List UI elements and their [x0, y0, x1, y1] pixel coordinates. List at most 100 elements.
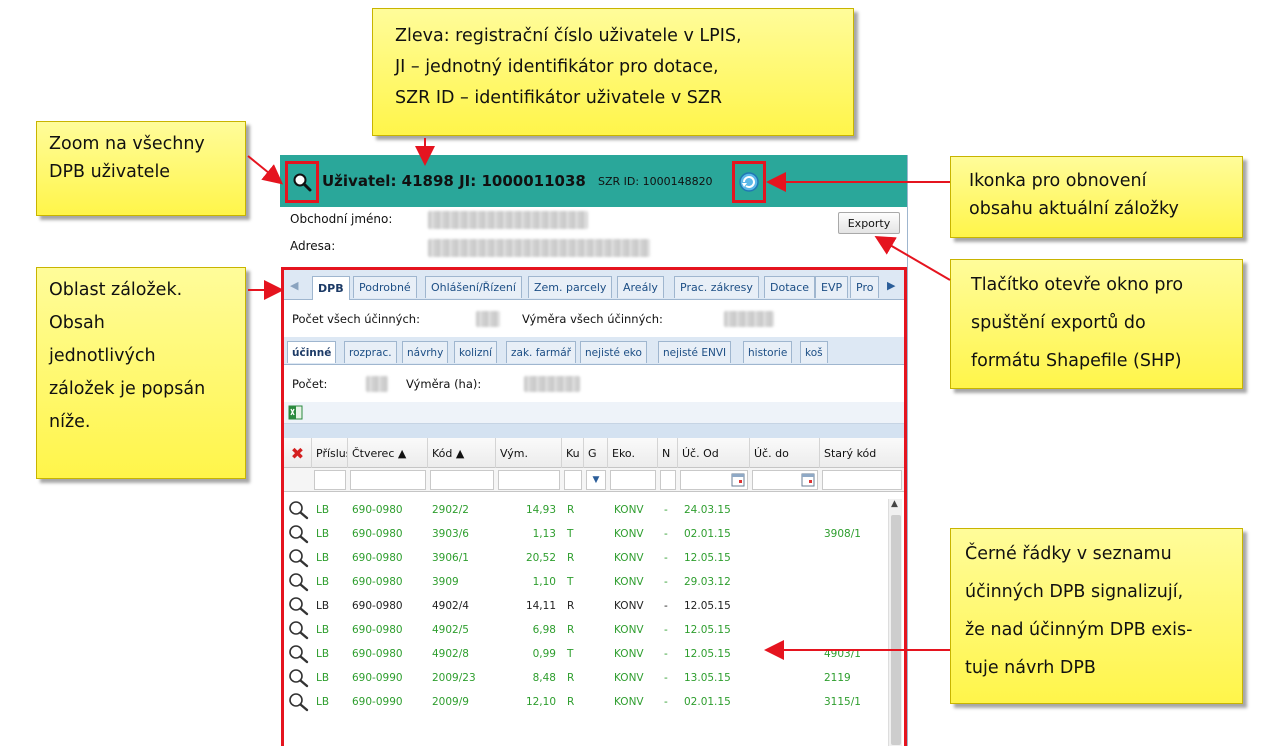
tab-arealy[interactable]: Areály: [617, 276, 664, 298]
col-kod[interactable]: Kód ▲: [428, 438, 496, 468]
red-x-icon: ✖: [290, 443, 305, 463]
cell-pris: LB: [316, 648, 330, 660]
cell-stary: 3908/1: [824, 528, 861, 540]
table-row[interactable]: LB 690-0980 3906/1 20,52 R KONV - 12.05.15: [284, 547, 888, 570]
filter-g-dropdown[interactable]: ▼: [586, 470, 606, 490]
filter-prislusnost[interactable]: [314, 470, 346, 490]
excel-export-icon[interactable]: [288, 405, 303, 420]
magnifier-icon[interactable]: [288, 596, 310, 616]
scrollbar-thumb[interactable]: [891, 515, 901, 745]
cell-ku: R: [567, 504, 575, 516]
cell-od: 02.01.15: [684, 528, 731, 540]
tab-evp[interactable]: EVP: [815, 276, 849, 298]
calendar-icon[interactable]: [801, 473, 815, 487]
col-g[interactable]: G: [584, 438, 608, 468]
cell-od: 12.05.15: [684, 600, 731, 612]
cell-eko: KONV: [614, 648, 644, 660]
filter-eko[interactable]: [610, 470, 656, 490]
address-value-redacted: [428, 239, 650, 257]
filter-uc-do[interactable]: [752, 470, 818, 490]
filter-uc-od[interactable]: [680, 470, 748, 490]
tab-pro[interactable]: Pro: [850, 276, 880, 298]
table-row[interactable]: LB 690-0980 4902/8 0,99 T KONV - 12.05.15 4903/1: [284, 643, 888, 666]
cell-ctverec: 690-0980: [352, 648, 403, 660]
col-prislusnost[interactable]: Přísluš: [312, 438, 348, 468]
col-kultura[interactable]: Ku: [562, 438, 584, 468]
subtab-rozprac[interactable]: rozprac.: [344, 341, 397, 363]
cell-ku: T: [567, 576, 574, 588]
magnifier-icon[interactable]: [288, 500, 310, 520]
col-vymera[interactable]: Vým.: [496, 438, 562, 468]
calendar-icon[interactable]: [731, 473, 745, 487]
filter-stary-kod[interactable]: [822, 470, 902, 490]
scroll-up-icon[interactable]: ▲: [891, 499, 898, 509]
magnifier-icon[interactable]: [288, 692, 310, 712]
magnifier-icon[interactable]: [288, 644, 310, 664]
subtab-kos[interactable]: koš: [800, 341, 828, 363]
magnifier-icon[interactable]: [288, 668, 310, 688]
filter-kod[interactable]: [430, 470, 494, 490]
cell-n: -: [664, 600, 668, 612]
magnifier-icon[interactable]: [288, 548, 310, 568]
table-row[interactable]: LB 690-0980 3909 1,10 T KONV - 29.03.12: [284, 571, 888, 594]
table-row[interactable]: LB 690-0990 2009/9 12,10 R KONV - 02.01.15 3115/…: [284, 691, 888, 714]
zoom-all-button[interactable]: [285, 161, 319, 203]
tab-scroll-left-icon[interactable]: ◀: [290, 279, 298, 292]
cell-vym: 1,10: [532, 576, 556, 588]
col-n[interactable]: N: [658, 438, 678, 468]
cell-ctverec: 690-0980: [352, 624, 403, 636]
cell-n: -: [664, 504, 668, 516]
table-row[interactable]: LB 690-0990 2009/23 8,48 R KONV - 13.05.15 2119: [284, 667, 888, 690]
clear-filter-button[interactable]: ✖: [284, 438, 312, 468]
cell-ku: R: [567, 672, 575, 684]
magnifier-icon[interactable]: [288, 524, 310, 544]
tab-scroll-right-icon[interactable]: ▶: [887, 279, 895, 292]
filter-vymera[interactable]: [498, 470, 560, 490]
cell-ku: R: [567, 552, 575, 564]
table-row[interactable]: LB 690-0980 4902/4 14,11 R KONV - 12.05.15: [284, 595, 888, 618]
cell-eko: KONV: [614, 600, 644, 612]
subtab-navrhy[interactable]: návrhy: [402, 341, 449, 363]
filter-ctverec[interactable]: [350, 470, 426, 490]
exports-button[interactable]: Exporty: [838, 212, 900, 234]
count-redacted: [366, 376, 388, 392]
filter-kultura[interactable]: [564, 470, 582, 490]
subtab-historie[interactable]: historie: [743, 341, 793, 363]
subtab-ucinne[interactable]: účinné: [287, 341, 337, 363]
cell-ctverec: 690-0990: [352, 696, 403, 708]
tab-zem-parcely[interactable]: Zem. parcely: [528, 276, 613, 298]
filter-n[interactable]: [660, 470, 676, 490]
col-uc-od[interactable]: Úč. Od: [678, 438, 750, 468]
cell-n: -: [664, 624, 668, 636]
col-ctverec[interactable]: Čtverec ▲: [348, 438, 428, 468]
tab-ohlaseni[interactable]: Ohlášení/Řízení: [425, 276, 522, 298]
tab-dpb[interactable]: DPB: [312, 276, 350, 300]
cell-kod: 2009/9: [432, 696, 469, 708]
chevron-down-icon: ▼: [592, 475, 600, 485]
col-uc-do[interactable]: Úč. do: [750, 438, 820, 468]
user-title: Uživatel: 41898 JI: 1000011038: [322, 172, 586, 190]
cell-pris: LB: [316, 576, 330, 588]
cell-kod: 3909: [432, 576, 459, 588]
tab-dotace[interactable]: Dotace: [764, 276, 816, 298]
table-row[interactable]: LB 690-0980 4902/5 6,98 R KONV - 12.05.15: [284, 619, 888, 642]
subtab-zak-farmar[interactable]: zak. farmář: [506, 341, 576, 363]
magnifier-icon[interactable]: [288, 620, 310, 640]
vertical-scrollbar[interactable]: ▲: [888, 499, 902, 746]
tab-prac-zakresy[interactable]: Prac. zákresy: [674, 276, 759, 298]
subtab-kolizni[interactable]: kolizní: [454, 341, 498, 363]
area-redacted: [524, 376, 580, 392]
grid-header: ✖ Přísluš Čtverec ▲ Kód ▲ Vým. Ku G Eko.…: [284, 438, 904, 468]
subtab-nejiste-envi[interactable]: nejisté ENVI: [658, 341, 732, 363]
cell-eko: KONV: [614, 528, 644, 540]
col-stary-kod[interactable]: Starý kód: [820, 438, 904, 468]
table-row[interactable]: LB 690-0980 3903/6 1,13 T KONV - 02.01.15 3908/1: [284, 523, 888, 546]
cell-ku: T: [567, 528, 574, 540]
magnifier-icon[interactable]: [288, 572, 310, 592]
subtab-nejiste-eko[interactable]: nejisté eko: [580, 341, 647, 363]
cell-n: -: [664, 672, 668, 684]
tab-podrobne[interactable]: Podrobné: [353, 276, 417, 298]
refresh-button[interactable]: [732, 161, 766, 203]
col-eko[interactable]: Eko.: [608, 438, 658, 468]
table-row[interactable]: LB 690-0980 2902/2 14,93 R KONV - 24.03.15: [284, 499, 888, 522]
